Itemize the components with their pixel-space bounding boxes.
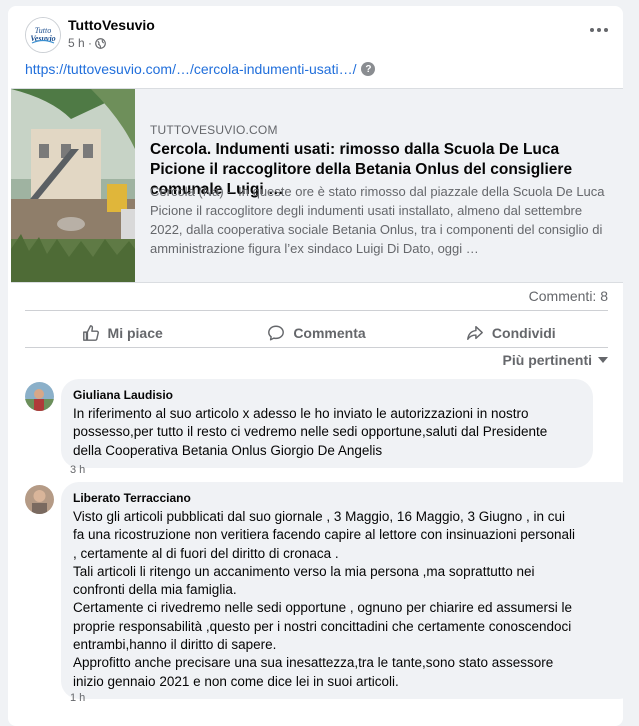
sort-label: Più pertinenti [502,352,592,368]
avatar-image [25,485,54,514]
commenter-avatar[interactable] [25,382,54,411]
comment-bubble: Giuliana Laudisio In riferimento al suo … [61,379,593,468]
comment-time[interactable]: 3 h [70,464,85,476]
comment-time[interactable]: 1 h [70,692,85,704]
share-icon [467,325,483,341]
comment-icon [268,325,285,341]
globe-icon [95,37,106,49]
thumbnail-image [11,89,135,282]
comment-author[interactable]: Giuliana Laudisio [73,387,581,403]
more-options-button[interactable] [587,22,611,38]
dot [590,28,594,32]
avatar-image [25,382,54,411]
post-card: Tutto Vesuvio TuttoVesuvio 5 h · https:/… [8,6,637,726]
comment-bubble: Liberato Terracciano Visto gli articoli … [61,482,637,699]
comment-text: Visto gli articoli pubblicati dal suo gi… [73,509,576,689]
thumbs-up-icon [82,325,99,341]
comment-author[interactable]: Liberato Terracciano [73,490,625,506]
comment-label: Commenta [293,325,366,341]
comments-count[interactable]: Commenti: 8 [529,288,608,304]
commenter-avatar[interactable] [25,485,54,514]
page-name[interactable]: TuttoVesuvio [68,17,155,33]
dot [604,28,608,32]
post-time[interactable]: 5 h · [68,36,92,50]
share-label: Condividi [491,325,556,341]
divider [25,310,608,311]
preview-description: Cercola (Na) – In queste ore è stato rim… [150,184,605,256]
post-link[interactable]: https://tuttovesuvio.com/…/cercola-indum… [25,61,356,77]
like-label: Mi piace [107,325,163,341]
preview-thumbnail[interactable] [11,89,135,282]
link-preview[interactable]: TUTTOVESUVIO.COM Cercola. Indumenti usat… [11,88,623,283]
post-meta: 5 h · [68,36,106,50]
caret-down-icon [598,357,608,363]
help-icon[interactable]: ? [361,62,376,76]
comment-text: In riferimento al suo articolo x adesso … [73,406,548,458]
preview-domain: TUTTOVESUVIO.COM [150,123,278,137]
tuttovesuvio-logo: Tutto Vesuvio [26,18,60,52]
post-link-row: https://tuttovesuvio.com/…/cercola-indum… [25,61,376,77]
page-avatar[interactable]: Tutto Vesuvio [25,17,61,53]
comment-sort-dropdown[interactable]: Più pertinenti [503,352,608,368]
divider [25,347,608,348]
dot [597,28,601,32]
